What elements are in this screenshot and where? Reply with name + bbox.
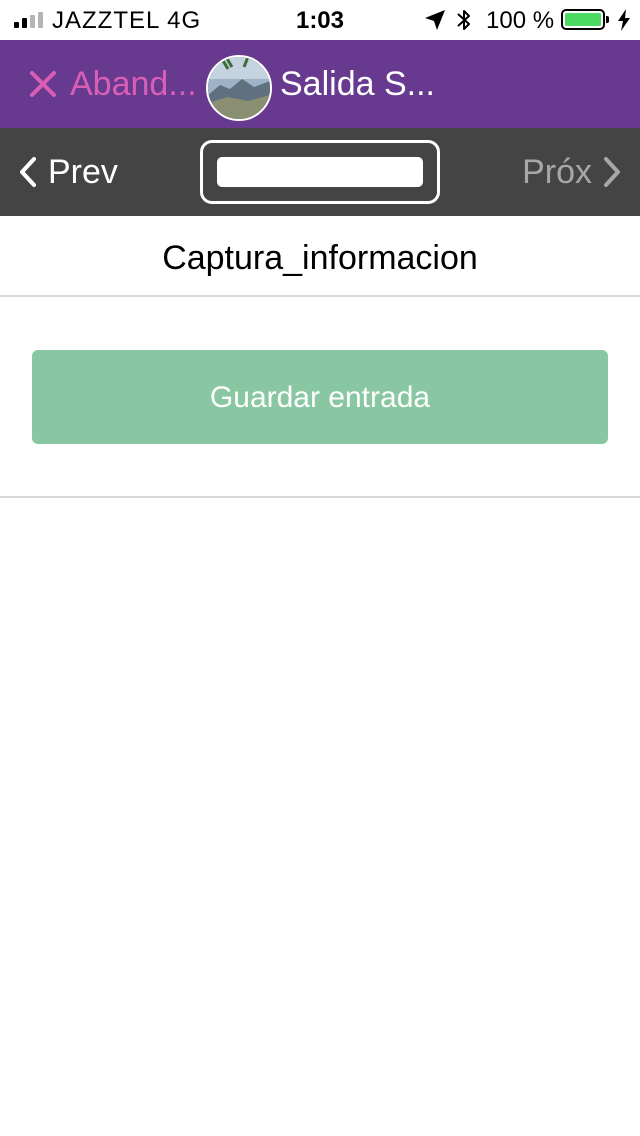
abandon-label: Aband... [70,64,197,103]
battery-icon [561,9,609,30]
divider [0,496,640,498]
charging-bolt-icon [618,9,630,31]
status-bar: JAZZTEL 4G 1:03 100 % [0,0,640,40]
abandon-button[interactable]: Aband... [28,40,197,128]
battery-percent: 100 % [486,7,555,34]
page-input[interactable] [217,157,423,187]
close-icon [30,71,56,97]
location-arrow-icon [425,10,445,30]
bluetooth-icon [457,10,470,30]
page-navigation-bar: Prev Próx [0,128,640,216]
form-title: Salida S... [280,65,435,103]
chevron-right-icon [604,157,620,187]
app-header: Aband... Salida S... [0,40,640,128]
next-button[interactable]: Próx [522,128,622,216]
form-avatar [206,55,272,121]
page-selector[interactable] [200,140,440,204]
prev-label: Prev [48,152,118,191]
next-label: Próx [522,152,592,191]
prev-button[interactable]: Prev [18,128,118,216]
page-heading: Captura_informacion [0,216,640,297]
chevron-left-icon [20,157,36,187]
save-entry-button[interactable]: Guardar entrada [32,350,608,444]
